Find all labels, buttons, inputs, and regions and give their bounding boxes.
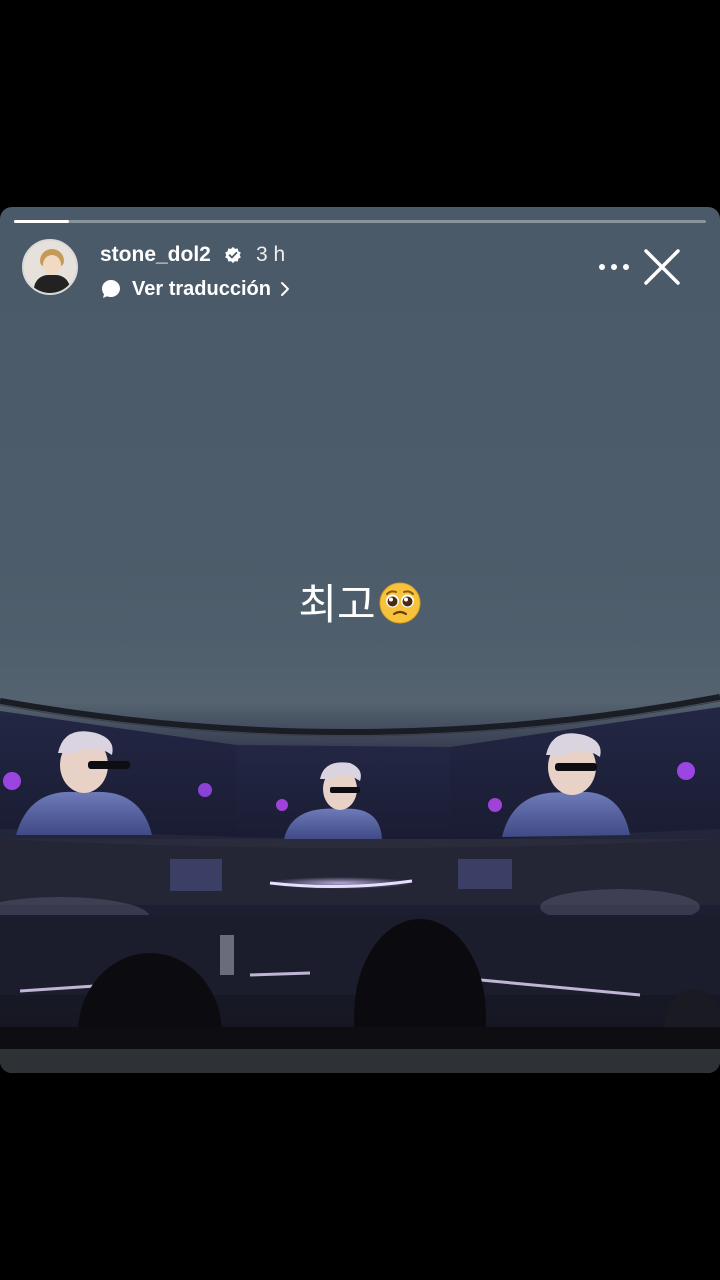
avatar[interactable] [22,239,78,295]
chevron-right-icon [280,282,289,296]
concert-stage-photo [0,645,720,1049]
verified-badge-icon [225,246,241,264]
speech-bubble-icon [102,280,120,298]
story-progress-fill [14,220,70,223]
username[interactable]: stone_dol2 [100,243,211,267]
story-header: stone_dol2 3 h Ver traducción [22,239,712,302]
close-icon[interactable] [642,247,682,287]
story-progress-bar [14,220,706,223]
story-bottom-edge [0,1049,720,1073]
story-caption: 최고 [0,571,720,632]
pleading-face-icon [379,582,421,624]
see-translation-label: Ver traducción [132,277,271,300]
caption-text: 최고 [298,580,376,629]
story-timestamp: 3 h [256,243,286,266]
story-viewer[interactable]: stone_dol2 3 h Ver traducción 최고 [0,207,720,1073]
see-translation-button[interactable]: Ver traducción [100,276,291,302]
more-options-icon[interactable] [596,253,632,281]
